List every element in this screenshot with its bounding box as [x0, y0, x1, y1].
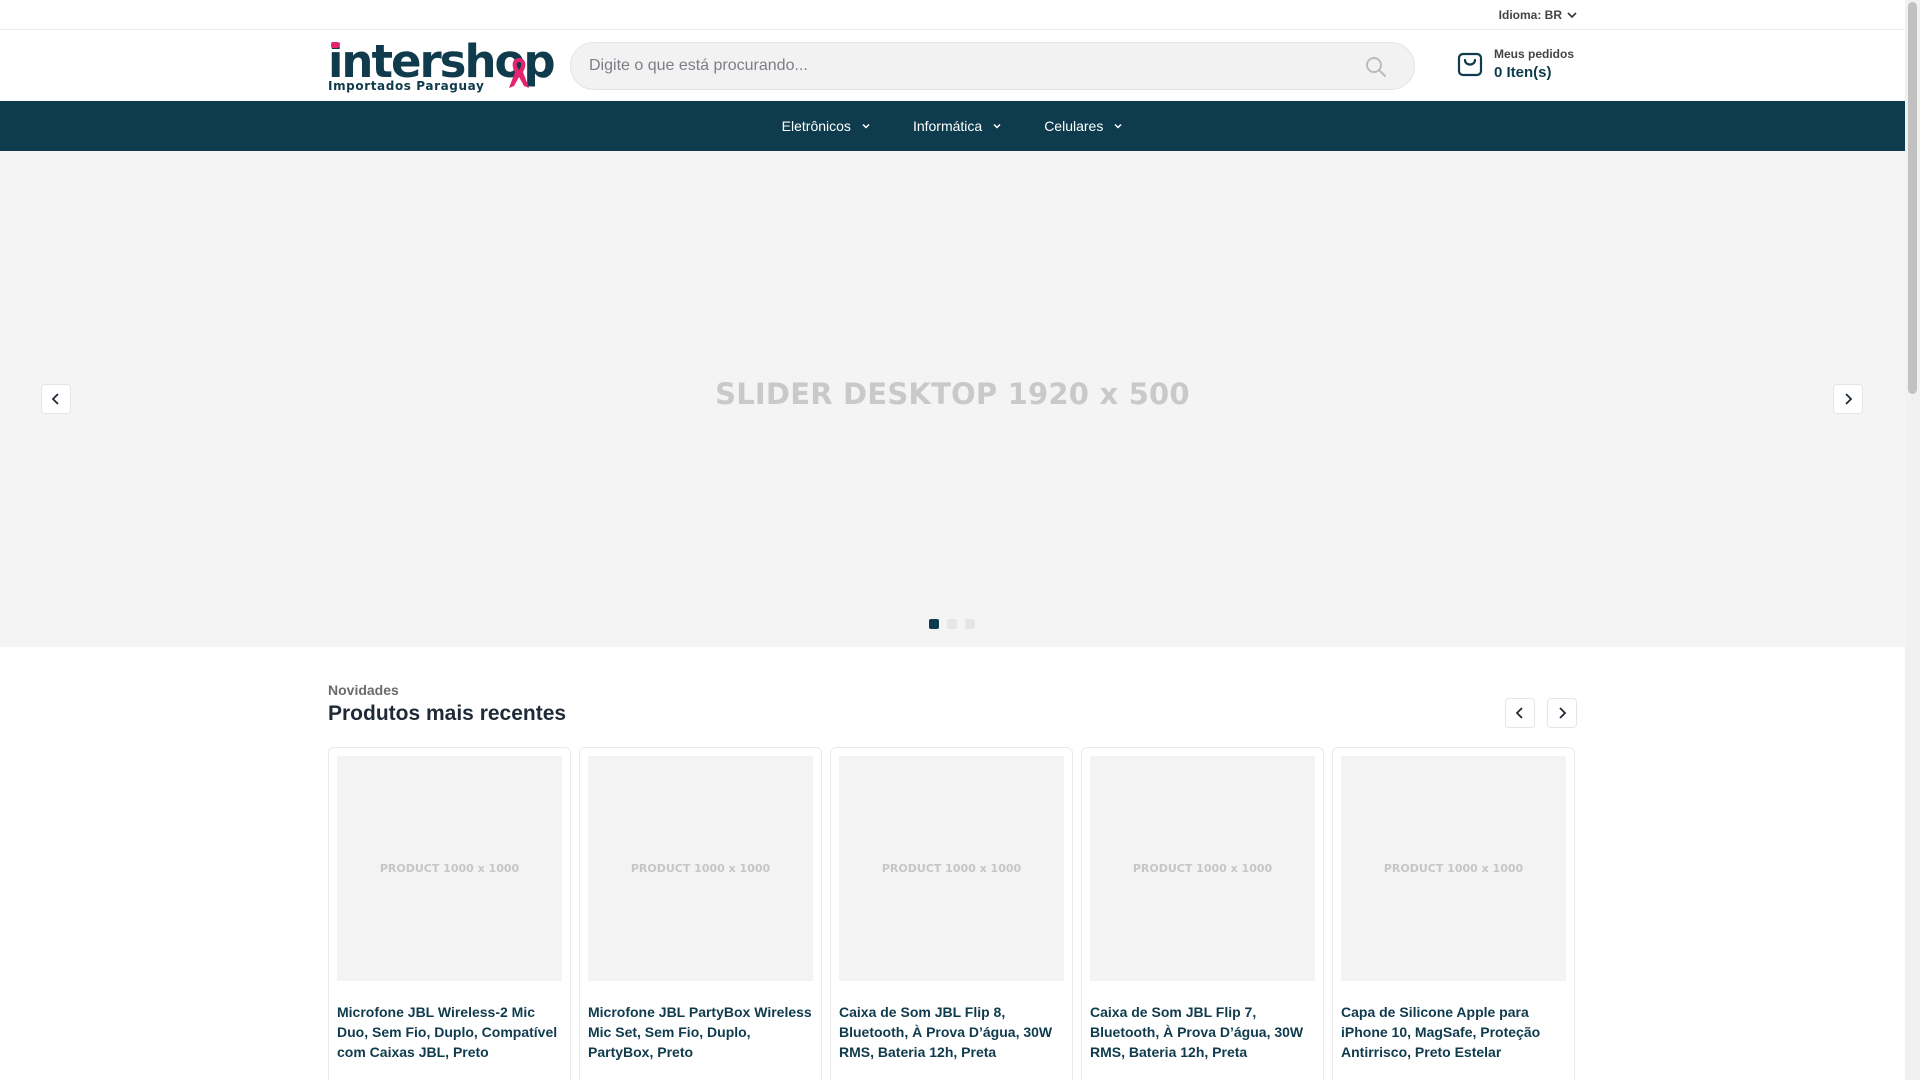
slider-dot[interactable]: [965, 619, 975, 629]
chevron-down-icon: [993, 123, 1001, 129]
product-image-placeholder: PRODUCT 1000 x 1000: [1383, 862, 1524, 875]
search-input[interactable]: [589, 43, 1349, 89]
product-image[interactable]: PRODUCT 1000 x 1000: [588, 756, 813, 981]
top-bar: Idioma: BR: [0, 0, 1920, 30]
chevron-right-icon: [1559, 707, 1567, 719]
logo[interactable]: intershop Importados Paraguay: [328, 35, 556, 93]
product-name[interactable]: Microfone JBL Wireless-2 Mic Duo, Sem Fi…: [337, 1002, 567, 1062]
my-orders[interactable]: Meus pedidos 0 Iten(s): [1455, 47, 1574, 81]
product-image[interactable]: PRODUCT 1000 x 1000: [839, 756, 1064, 981]
chevron-down-icon: [862, 123, 870, 129]
product-card[interactable]: PRODUCT 1000 x 1000 Microfone JBL PartyB…: [579, 747, 822, 1080]
product-image-placeholder: PRODUCT 1000 x 1000: [1132, 862, 1273, 875]
page-scrollbar[interactable]: [1905, 0, 1920, 1080]
chevron-left-icon: [1515, 707, 1523, 719]
nav-item-informatica[interactable]: Informática: [913, 118, 1002, 134]
language-label: Idioma: BR: [1498, 8, 1562, 22]
product-image[interactable]: PRODUCT 1000 x 1000: [1090, 756, 1315, 981]
product-image[interactable]: PRODUCT 1000 x 1000: [1341, 756, 1566, 981]
search-icon[interactable]: [1364, 55, 1388, 79]
slider-dot[interactable]: [947, 619, 957, 629]
carousel-next-button[interactable]: [1547, 698, 1577, 728]
scrollbar-thumb[interactable]: [1908, 2, 1917, 394]
category-nav: Eletrônicos Informática Celulares: [0, 101, 1905, 151]
nav-item-label: Eletrônicos: [781, 118, 851, 134]
section-kicker: Novidades: [328, 682, 399, 698]
product-image-placeholder: PRODUCT 1000 x 1000: [379, 862, 520, 875]
logo-dot: [331, 42, 339, 48]
product-image-placeholder: PRODUCT 1000 x 1000: [630, 862, 771, 875]
page: Idioma: BR intershop Importados Paraguay: [0, 0, 1920, 1080]
slider-dot[interactable]: [929, 619, 939, 629]
chevron-left-icon: [51, 393, 59, 405]
nav-item-eletronicos[interactable]: Eletrônicos: [782, 118, 871, 134]
chevron-right-icon: [1845, 393, 1853, 405]
product-carousel: PRODUCT 1000 x 1000 Microfone JBL Wirele…: [328, 747, 1577, 1080]
header: intershop Importados Paraguay Meus pedid…: [0, 30, 1920, 101]
hero-slider: SLIDER DESKTOP 1920 x 500: [0, 151, 1905, 647]
slider-prev-button[interactable]: [41, 384, 71, 414]
product-name[interactable]: Caixa de Som JBL Flip 7, Bluetooth, À Pr…: [1090, 1002, 1320, 1062]
slider-dots: [929, 619, 975, 629]
product-name[interactable]: Microfone JBL PartyBox Wireless Mic Set,…: [588, 1002, 818, 1062]
pink-ribbon-icon: [509, 58, 529, 88]
product-card[interactable]: PRODUCT 1000 x 1000 Caixa de Som JBL Fli…: [1081, 747, 1324, 1080]
slider-placeholder-text: SLIDER DESKTOP 1920 x 500: [715, 377, 1190, 411]
product-name[interactable]: Caixa de Som JBL Flip 8, Bluetooth, À Pr…: [839, 1002, 1069, 1062]
orders-count: 0 Iten(s): [1494, 64, 1552, 81]
orders-label: Meus pedidos: [1494, 47, 1575, 61]
language-selector[interactable]: Idioma: BR: [1499, 8, 1578, 22]
product-card[interactable]: PRODUCT 1000 x 1000 Capa de Silicone App…: [1332, 747, 1575, 1080]
orders-text: Meus pedidos 0 Iten(s): [1494, 47, 1574, 81]
search-bar: [570, 42, 1415, 90]
slider-next-button[interactable]: [1833, 384, 1863, 414]
nav-item-celulares[interactable]: Celulares: [1044, 118, 1123, 134]
nav-item-label: Informática: [912, 118, 983, 134]
section-title: Produtos mais recentes: [328, 702, 567, 725]
logo-brand: intershop: [328, 35, 556, 88]
chevron-down-icon: [1567, 12, 1577, 19]
chevron-down-icon: [1114, 123, 1122, 129]
product-name[interactable]: Capa de Silicone Apple para iPhone 10, M…: [1341, 1002, 1571, 1062]
product-image[interactable]: PRODUCT 1000 x 1000: [337, 756, 562, 981]
nav-item-label: Celulares: [1044, 118, 1104, 134]
product-card[interactable]: PRODUCT 1000 x 1000 Microfone JBL Wirele…: [328, 747, 571, 1080]
shopping-bag-icon: [1457, 52, 1483, 77]
product-image-placeholder: PRODUCT 1000 x 1000: [881, 862, 1022, 875]
product-card[interactable]: PRODUCT 1000 x 1000 Caixa de Som JBL Fli…: [830, 747, 1073, 1080]
carousel-prev-button[interactable]: [1505, 698, 1535, 728]
